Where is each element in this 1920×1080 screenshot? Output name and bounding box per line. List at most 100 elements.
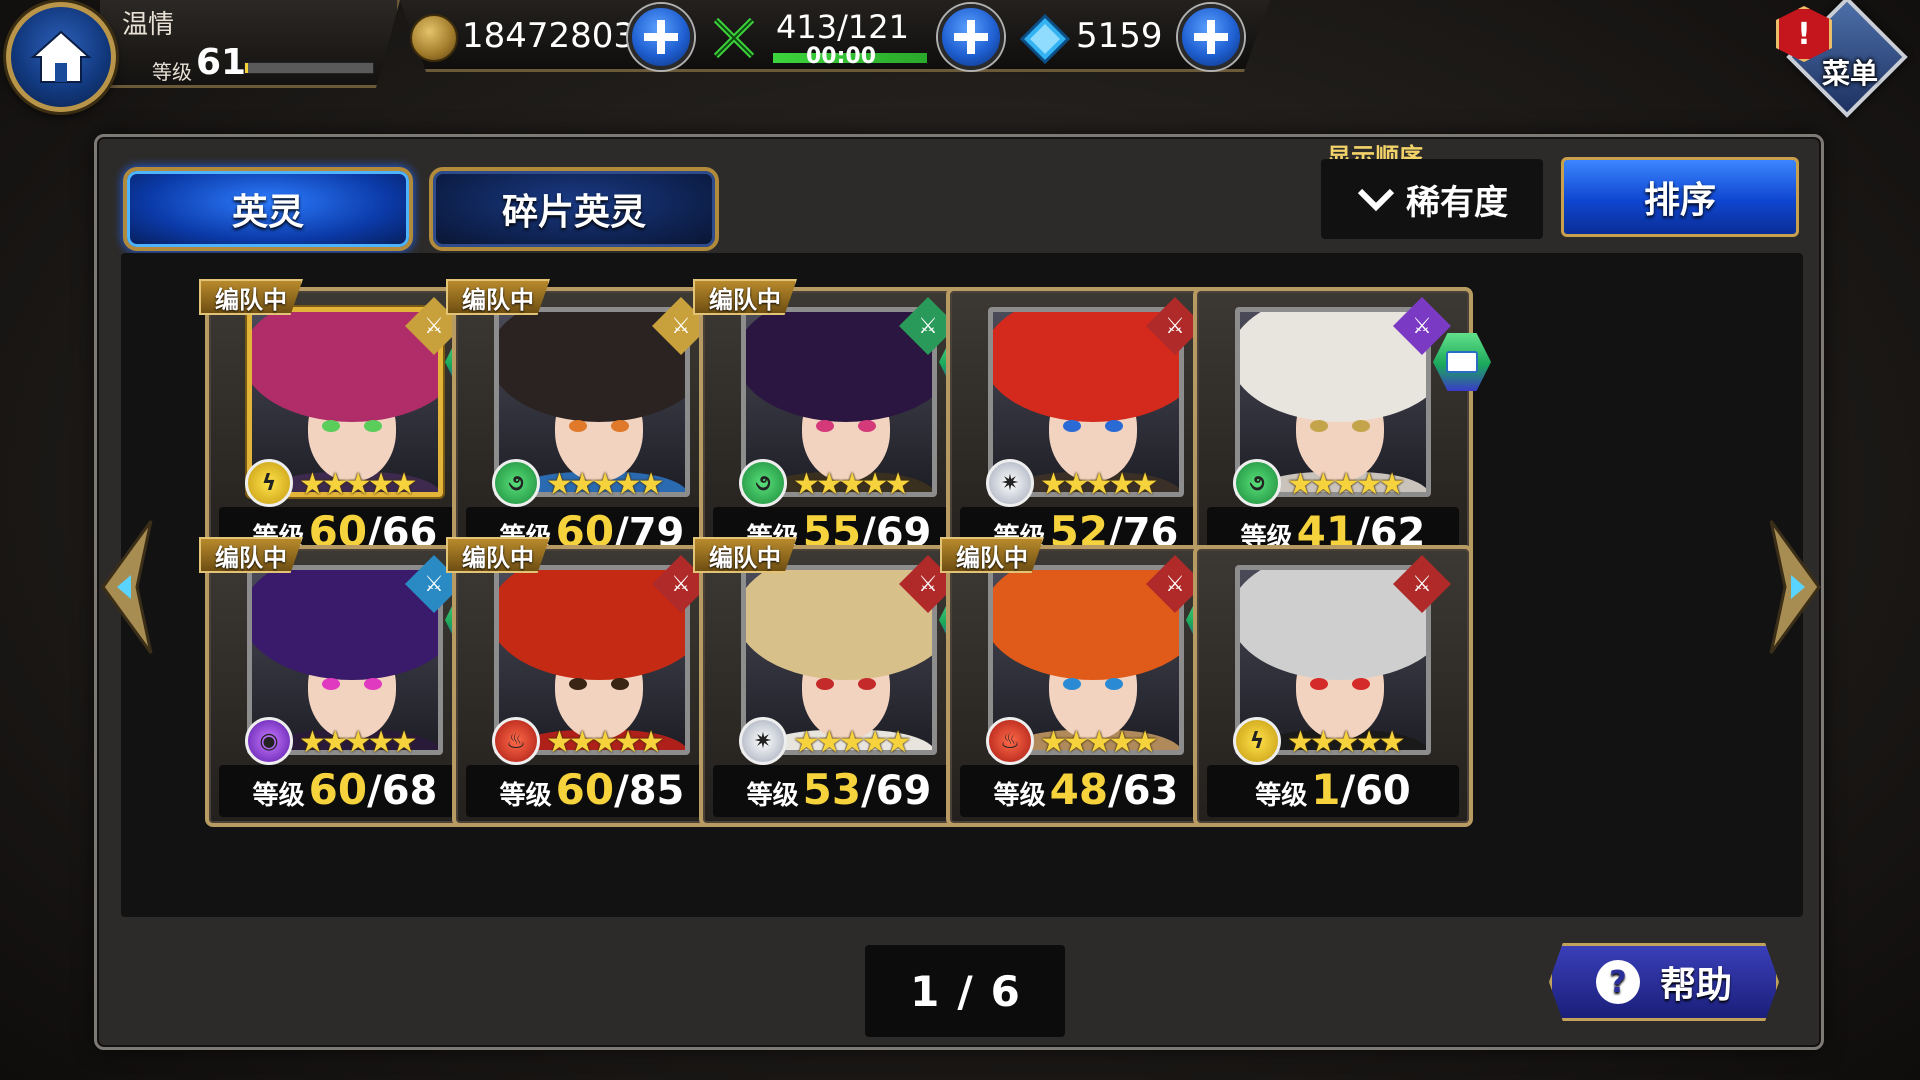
level-current: 60: [308, 765, 368, 814]
gold-coin-icon: [410, 14, 458, 62]
light-element-icon: ✷: [739, 717, 787, 765]
hero-eye: [322, 420, 340, 432]
level-max: 69: [875, 768, 932, 814]
book-page: [1446, 351, 1478, 373]
fire-element-icon: ♨: [492, 717, 540, 765]
rarity-stars: ★★★★★: [299, 725, 418, 760]
hero-card[interactable]: ★★★★★૭⚔编队中等级55/69: [693, 279, 997, 569]
plus-icon: [954, 20, 988, 54]
question-icon: ?: [1595, 960, 1640, 1004]
chevron-down-icon: [1357, 188, 1395, 212]
hero-card[interactable]: ★★★★★ ♨ ⚔ 编队中 等级 48/63: [940, 537, 1244, 827]
stamina-amount: 413/121: [776, 8, 909, 46]
in-team-tag: 编队中: [446, 537, 550, 573]
page-total: 6: [990, 966, 1020, 1016]
plus-icon: [644, 20, 678, 54]
in-team-tag: 编队中: [693, 537, 797, 573]
page-separator: /: [957, 966, 973, 1016]
rarity-stars: ★★★★★: [1287, 467, 1406, 502]
hero-eye: [1352, 678, 1370, 690]
rarity-stars: ★★★★★: [793, 725, 912, 760]
hero-card[interactable]: ★★★★★ ૭ ⚔ 等级 41/62: [1193, 287, 1491, 569]
hero-eye: [322, 678, 340, 690]
level-separator: /: [367, 768, 382, 814]
hero-eye: [816, 678, 834, 690]
level-label: 等级: [499, 781, 552, 811]
hero-eye: [1310, 678, 1328, 690]
stamina-timer: 00:00: [806, 44, 877, 69]
top-hud: 温情 等级 61 18472803 413/121 00:00 5159 菜单 …: [0, 0, 1920, 120]
gem-icon: [1020, 14, 1070, 64]
hero-eye: [1063, 678, 1081, 690]
hero-card[interactable]: ★★★★★૭⚔编队中等级60/79: [446, 279, 732, 569]
wind-element-icon: ૭: [1233, 459, 1281, 507]
hero-eye: [364, 420, 382, 432]
hero-eye: [1310, 420, 1328, 432]
page-current: 1: [910, 966, 940, 1016]
level-separator: /: [861, 768, 876, 814]
hero-eye: [611, 420, 629, 432]
gold-amount: 18472803: [462, 16, 636, 56]
rarity-stars: ★★★★★: [546, 725, 665, 760]
level-separator: /: [614, 768, 629, 814]
hero-level: 等级 60/85: [466, 765, 718, 817]
hero-card[interactable]: ★★★★★ ♨ ⚔ 编队中 等级 60/85: [446, 537, 732, 827]
hero-eye: [569, 678, 587, 690]
level-label: 等级: [1255, 781, 1308, 811]
add-gold-button[interactable]: [628, 4, 694, 70]
menu-label: 菜单: [1822, 57, 1879, 90]
home-button[interactable]: [6, 2, 116, 112]
tab-heroes[interactable]: 英灵: [123, 167, 413, 251]
level-max: 63: [1122, 768, 1179, 814]
add-stamina-button[interactable]: [938, 4, 1004, 70]
hero-eye: [816, 420, 834, 432]
next-page-arrow[interactable]: [1765, 517, 1825, 657]
hero-card[interactable]: ★★★★★ϟ⚔编队中等级60/66: [199, 279, 503, 569]
level-max: 85: [628, 768, 685, 814]
hero-eye: [611, 678, 629, 690]
hero-level: 等级 1/60: [1207, 765, 1459, 817]
help-button[interactable]: ? 帮助: [1549, 943, 1779, 1021]
level-separator: /: [1108, 768, 1123, 814]
home-icon: [30, 30, 92, 83]
hero-list-panel: 英灵 碎片英灵 显示顺序 稀有度 排序 ★★★★★ϟ⚔编队中等级60/66★★★…: [94, 134, 1824, 1050]
hero-card[interactable]: ★★★★★✷⚔等级52/76: [946, 287, 1226, 569]
level-current: 48: [1049, 765, 1109, 814]
rarity-stars: ★★★★★: [1040, 467, 1159, 502]
hero-eye: [1063, 420, 1081, 432]
exp-bar: [244, 62, 374, 74]
hero-eye: [364, 678, 382, 690]
wind-element-icon: ૭: [739, 459, 787, 507]
thunder-element-icon: ϟ: [1233, 717, 1281, 765]
fire-element-icon: ♨: [986, 717, 1034, 765]
in-team-tag: 编队中: [446, 279, 550, 315]
level-max: 68: [381, 768, 438, 814]
hero-eye: [858, 678, 876, 690]
player-name: 温情: [122, 10, 175, 40]
hero-eye: [1352, 420, 1370, 432]
hero-eye: [1105, 420, 1123, 432]
exp-fill: [245, 63, 248, 73]
hero-card[interactable]: ★★★★★ ◉ ⚔ 编队中 等级 60/68: [199, 537, 503, 827]
tab-hero-fragments[interactable]: 碎片英灵: [429, 167, 719, 251]
rarity-stars: ★★★★★: [793, 467, 912, 502]
crossed-swords-icon: [713, 17, 755, 59]
help-label: 帮助: [1659, 965, 1732, 1006]
hero-level: 等级 53/69: [713, 765, 965, 817]
hero-card[interactable]: ★★★★★ ϟ ⚔ 等级 1/60: [1193, 545, 1473, 827]
level-label: 等级: [993, 781, 1046, 811]
prev-page-arrow[interactable]: [97, 517, 157, 657]
hero-level: 等级 48/63: [960, 765, 1212, 817]
rarity-stars: ★★★★★: [299, 467, 418, 502]
level-label: 等级: [252, 781, 305, 811]
plus-icon: [1194, 20, 1228, 54]
rarity-stars: ★★★★★: [1287, 725, 1406, 760]
hero-card[interactable]: ★★★★★ ✷ ⚔ 编队中 等级 53/69: [693, 537, 997, 827]
level-current: 53: [802, 765, 862, 814]
display-order-dropdown[interactable]: 稀有度: [1321, 159, 1543, 239]
sort-button[interactable]: 排序: [1561, 157, 1799, 237]
menu-button[interactable]: 菜单 !: [1772, 0, 1920, 120]
level-current: 60: [555, 765, 615, 814]
level-max: 60: [1355, 768, 1411, 814]
add-gem-button[interactable]: [1178, 4, 1244, 70]
